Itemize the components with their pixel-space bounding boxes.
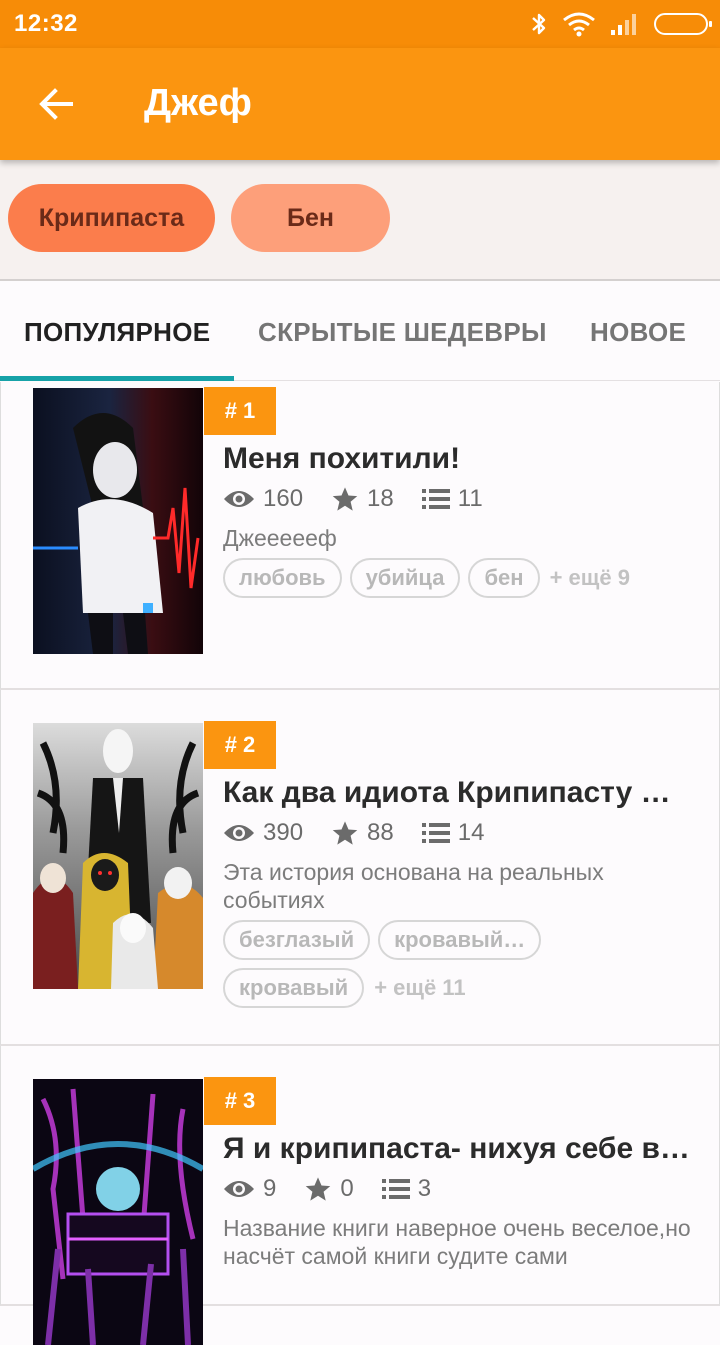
parts-stat: 11 <box>421 485 483 513</box>
star-icon <box>306 1177 331 1201</box>
story-cover <box>33 723 203 989</box>
stars-stat: 0 <box>304 1175 354 1203</box>
signal-icon <box>611 14 636 35</box>
tag-pill[interactable]: безглазый <box>223 920 371 960</box>
tab-new[interactable]: НОВОЕ <box>590 317 686 348</box>
tag-pill[interactable]: кровавый <box>223 968 365 1008</box>
tab-popular[interactable]: ПОПУЛЯРНОЕ <box>24 317 210 348</box>
views-count: 390 <box>263 819 304 846</box>
stars-count: 18 <box>367 485 394 512</box>
stars-stat: 88 <box>331 819 394 847</box>
story-card[interactable]: # 3 Я и крипипаста- нихуя себе в… 9 0 3 … <box>0 1046 720 1345</box>
status-icons <box>530 10 712 38</box>
rank-badge: # 1 <box>204 387 276 435</box>
wifi-icon <box>563 12 595 37</box>
story-title[interactable]: Я и крипипаста- нихуя себе в… <box>223 1132 693 1166</box>
bluetooth-icon <box>532 13 546 35</box>
story-card[interactable]: # 2 Как два идиота Крипипасту … 390 88 1… <box>0 690 720 1046</box>
story-title[interactable]: Как два идиота Крипипасту … <box>223 776 693 810</box>
tag-pill[interactable]: кровавый… <box>378 920 542 960</box>
story-tags: любовь убийца бен + ещё 9 <box>223 558 703 598</box>
views-count: 160 <box>263 485 304 512</box>
parts-stat: 14 <box>421 819 485 847</box>
story-stats: 9 0 3 <box>223 1173 459 1205</box>
rank-badge: # 2 <box>204 721 276 769</box>
story-description: Эта история основана на реальных события… <box>223 859 604 913</box>
list-icon <box>381 1179 410 1199</box>
story-cover <box>33 1079 203 1345</box>
tab-hidden-gems[interactable]: СКРЫТЫЕ ШЕДЕВРЫ <box>258 317 547 348</box>
story-title[interactable]: Меня похитили! <box>223 442 693 476</box>
parts-count: 14 <box>457 819 485 846</box>
story-tags: безглазый кровавый… кровавый + ещё 11 <box>223 920 663 1008</box>
views-stat: 160 <box>223 485 303 513</box>
battery-icon <box>654 13 712 35</box>
stars-count: 88 <box>367 819 394 846</box>
back-button[interactable] <box>28 80 84 128</box>
views-stat: 390 <box>223 819 303 847</box>
arrow-back-icon <box>39 88 73 120</box>
tab-indicator <box>0 376 234 381</box>
story-cover <box>33 388 203 654</box>
list-icon <box>421 823 450 843</box>
parts-count: 11 <box>457 485 483 512</box>
more-tags-link[interactable]: + ещё 9 <box>550 565 630 591</box>
story-description: Название книги наверное очень веселое,но… <box>223 1215 691 1269</box>
cover-illustration <box>33 729 203 989</box>
star-icon <box>332 487 358 511</box>
cover-illustration <box>33 413 200 654</box>
chip-tag[interactable]: Крипипаста <box>8 184 215 252</box>
parts-count: 3 <box>417 1175 432 1202</box>
eye-icon <box>224 491 254 507</box>
chip-tag[interactable]: Бен <box>231 184 390 252</box>
story-card[interactable]: # 1 Меня похитили! 160 18 11 Джеееееф лю… <box>0 382 720 690</box>
story-stats: 160 18 11 <box>223 483 511 515</box>
status-bar: 12:32 <box>0 0 720 48</box>
tag-pill[interactable]: любовь <box>223 558 342 598</box>
status-time: 12:32 <box>14 10 78 37</box>
views-count: 9 <box>263 1175 277 1202</box>
list-icon <box>421 489 450 509</box>
tag-pill[interactable]: бен <box>468 558 540 598</box>
page-title: Джеф <box>144 82 252 124</box>
related-tags-bar: Крипипаста Бен <box>0 160 720 281</box>
views-stat: 9 <box>223 1175 276 1203</box>
story-stats: 390 88 14 <box>223 817 512 849</box>
app-bar: Джеф <box>0 48 720 160</box>
stars-stat: 18 <box>331 485 394 513</box>
eye-icon <box>224 825 254 841</box>
rank-badge: # 3 <box>204 1077 276 1125</box>
tab-bar: ПОПУЛЯРНОЕ СКРЫТЫЕ ШЕДЕВРЫ НОВОЕ <box>0 283 720 381</box>
cover-illustration <box>33 1088 203 1345</box>
parts-stat: 3 <box>381 1175 432 1203</box>
tag-pill[interactable]: убийца <box>349 558 461 598</box>
star-icon <box>332 821 358 845</box>
story-description: Джеееееф <box>223 525 337 551</box>
more-tags-link[interactable]: + ещё 11 <box>374 975 465 1001</box>
eye-icon <box>224 1181 254 1197</box>
stars-count: 0 <box>340 1175 354 1202</box>
